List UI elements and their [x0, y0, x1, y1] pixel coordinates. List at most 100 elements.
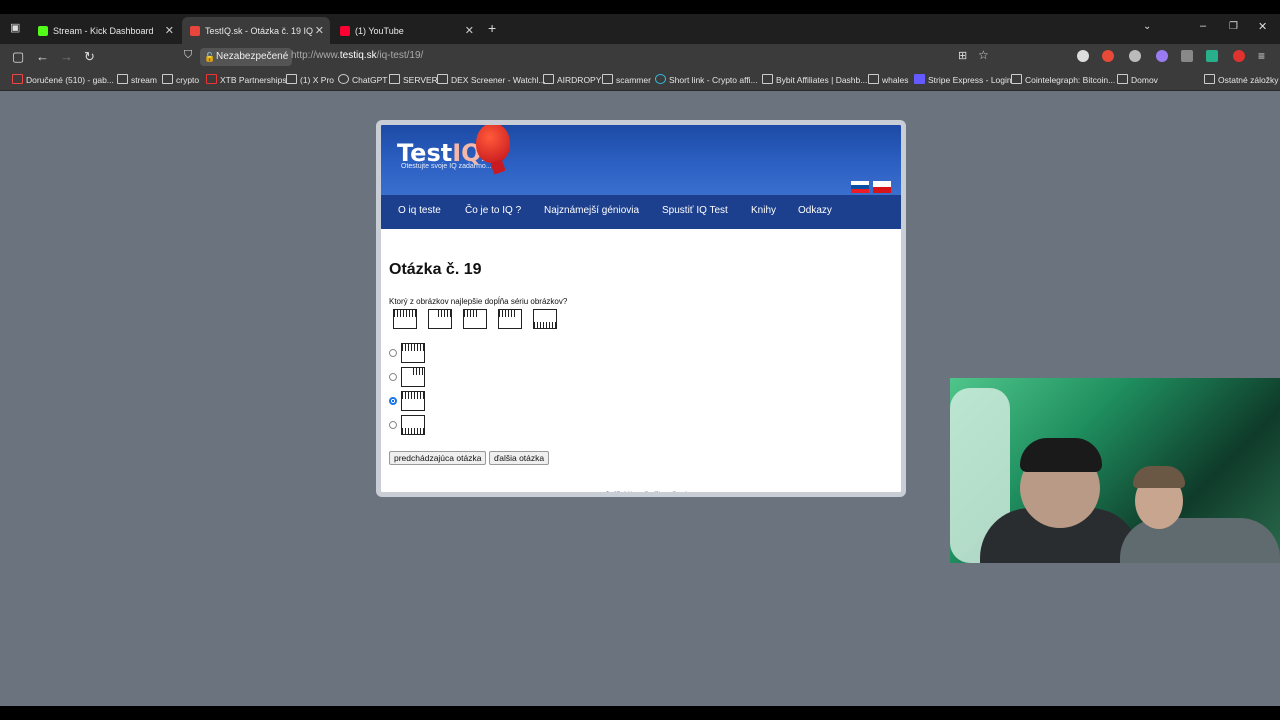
menu-item-links[interactable]: Odkazy	[798, 205, 832, 216]
bookmark-label: DEX Screener - Watchl...	[451, 75, 546, 85]
czech-flag-icon[interactable]	[873, 181, 891, 193]
folder-icon	[389, 74, 400, 84]
answer-option-4[interactable]	[389, 415, 425, 435]
site-slogan: Otestujte svoje IQ zadarmo...	[401, 163, 492, 170]
menu-item-what-is-iq[interactable]: Čo je to IQ ?	[465, 205, 521, 216]
tab-testiq[interactable]: TestIQ.sk - Otázka č. 19 IQ Test ✕	[182, 17, 330, 44]
tab-kick[interactable]: Stream - Kick Dashboard ✕	[30, 17, 180, 44]
bookmark-item[interactable]: stream	[117, 74, 157, 85]
cointelegraph-icon	[1011, 74, 1022, 84]
guest-hair	[1133, 466, 1185, 488]
bookmark-item[interactable]: scammer	[602, 74, 651, 85]
sequence-image	[463, 309, 487, 329]
bookmark-label: Doručené (510) - gab...	[26, 75, 114, 85]
extension-icon[interactable]	[1156, 50, 1168, 62]
menu-item-start-test[interactable]: Spustiť IQ Test	[662, 205, 728, 216]
guest-body	[1120, 518, 1280, 563]
question-text: Ktorý z obrázkov najlepšie dopĺňa sériu …	[389, 297, 568, 306]
menu-icon[interactable]: ≡	[1258, 49, 1265, 63]
home-icon	[1117, 74, 1128, 84]
answer-image[interactable]	[401, 343, 425, 363]
bookmark-item[interactable]: Cointelegraph: Bitcoin...	[1011, 74, 1115, 85]
url-prefix: http://www.	[291, 50, 340, 61]
bookmark-item[interactable]: whales	[868, 74, 908, 85]
extensions-puzzle-icon[interactable]	[1181, 50, 1193, 62]
bookmark-item[interactable]: XTB Partnerships	[206, 74, 287, 85]
slovak-flag-icon[interactable]	[851, 181, 869, 193]
bookmark-item[interactable]: DEX Screener - Watchl...	[437, 74, 546, 85]
stripe-icon	[914, 74, 925, 84]
bookmark-label: ChatGPT	[352, 75, 388, 85]
minimize-icon[interactable]: –	[1200, 20, 1206, 32]
bookmarks-bar: Doručené (510) - gab... stream crypto XT…	[0, 70, 1280, 91]
page-viewport: TestIQ.sk Otestujte svoje IQ zadarmo... …	[0, 91, 1280, 706]
extension-icon[interactable]	[1129, 50, 1141, 62]
bookmark-item[interactable]: Short link - Crypto affi...	[655, 74, 758, 85]
bookmark-item[interactable]: (1) X Pro	[286, 74, 334, 85]
xtb-icon	[206, 74, 217, 84]
bookmark-item[interactable]: crypto	[162, 74, 199, 85]
close-window-icon[interactable]: ✕	[1258, 20, 1267, 33]
answer-radio[interactable]	[389, 373, 397, 381]
bookmark-item[interactable]: Bybit Affiliates | Dashb...	[762, 74, 867, 85]
tab-list-icon[interactable]: ▣	[10, 21, 20, 34]
answer-option-2[interactable]	[389, 367, 425, 387]
menu-item-books[interactable]: Knihy	[751, 205, 776, 216]
menu-item-about[interactable]: O iq teste	[398, 205, 441, 216]
previous-question-button[interactable]: predchádzajúca otázka	[389, 451, 487, 465]
bookmark-item[interactable]: ChatGPT	[338, 74, 387, 85]
answer-option-1[interactable]	[389, 343, 425, 363]
bookmark-item[interactable]: Stripe Express - Login	[914, 74, 1012, 85]
address-bar-row: ▢ ← → ↻ ⛉ 🔓 Nezabezpečené http://www.tes…	[0, 44, 1280, 70]
extension-icon[interactable]	[1206, 50, 1218, 62]
next-question-button[interactable]: ďalšia otázka	[489, 451, 550, 465]
answer-option-3[interactable]	[389, 391, 425, 411]
folder-icon	[117, 74, 128, 84]
extension-icon[interactable]	[1102, 50, 1114, 62]
back-icon[interactable]: ←	[36, 49, 49, 64]
sequence-image	[393, 309, 417, 329]
menu-item-geniuses[interactable]: Najznámejší géniovia	[544, 205, 639, 216]
bookmark-label: stream	[131, 75, 157, 85]
install-app-icon[interactable]: ⊞	[958, 49, 967, 62]
bookmark-label: Short link - Crypto affi...	[669, 75, 758, 85]
tab-youtube[interactable]: (1) YouTube ✕	[332, 17, 480, 44]
testiq-favicon-icon	[190, 25, 200, 36]
answer-radio-selected[interactable]	[389, 397, 397, 405]
sidebar-icon[interactable]: ▢	[12, 49, 24, 65]
bookmark-label: SERVER	[403, 75, 438, 85]
answer-image[interactable]	[401, 415, 425, 435]
answer-radio[interactable]	[389, 421, 397, 429]
bookmark-item[interactable]: Doručené (510) - gab...	[12, 74, 114, 85]
answer-radio[interactable]	[389, 349, 397, 357]
url-text[interactable]: http://www.testiq.sk/iq-test/19/	[291, 50, 423, 61]
bookmark-star-icon[interactable]: ☆	[978, 48, 989, 62]
bookmark-item[interactable]: Ostatné záložky	[1204, 74, 1278, 85]
tab-title: TestIQ.sk - Otázka č. 19 IQ Test	[205, 25, 315, 36]
new-tab-button[interactable]: +	[488, 20, 496, 36]
question-title: Otázka č. 19	[389, 261, 482, 278]
answer-image[interactable]	[401, 391, 425, 411]
bookmark-item[interactable]: AIRDROPY	[543, 74, 601, 85]
security-badge[interactable]: 🔓 Nezabezpečené	[200, 48, 293, 66]
close-tab-icon[interactable]: ✕	[315, 24, 324, 37]
profile-icon[interactable]	[1233, 50, 1245, 62]
answer-image[interactable]	[401, 367, 425, 387]
sequence-image	[498, 309, 522, 329]
folder-icon	[602, 74, 613, 84]
bookmark-label: (1) X Pro	[300, 75, 335, 85]
maximize-icon[interactable]: ❐	[1229, 21, 1238, 32]
bybit-icon	[762, 74, 773, 84]
forward-icon[interactable]: →	[60, 49, 73, 64]
chevron-down-icon[interactable]: ⌄	[1143, 21, 1151, 32]
close-tab-icon[interactable]: ✕	[165, 24, 174, 37]
folder-icon	[1204, 74, 1215, 84]
address-bar[interactable]: ⛉ 🔓 Nezabezpečené http://www.testiq.sk/i…	[180, 46, 1000, 68]
bookmark-item[interactable]: Domov	[1117, 74, 1158, 85]
reload-icon[interactable]: ↻	[84, 49, 95, 65]
close-tab-icon[interactable]: ✕	[465, 24, 474, 37]
x-logo-icon	[286, 74, 297, 84]
bookmark-item[interactable]: SERVER	[389, 74, 438, 85]
extension-icon[interactable]	[1077, 50, 1089, 62]
lock-warning-icon: 🔓	[204, 52, 216, 62]
